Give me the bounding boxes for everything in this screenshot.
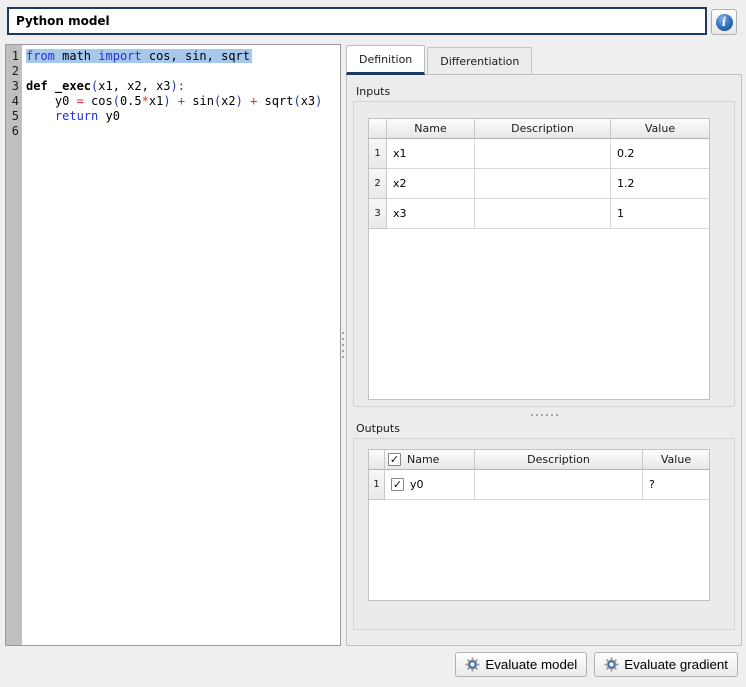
code-line[interactable]: return y0 <box>26 109 340 124</box>
row-number[interactable]: 1 <box>369 139 387 169</box>
column-header-name-label: Name <box>407 453 439 466</box>
description-cell[interactable] <box>475 199 611 229</box>
output-name-label: y0 <box>410 478 424 491</box>
corner-header-cell[interactable] <box>369 450 385 470</box>
name-cell[interactable]: x2 <box>387 169 475 199</box>
column-header-description[interactable]: Description <box>475 119 611 139</box>
code-area[interactable]: from math import cos, sin, sqrt def _exec… <box>22 45 340 645</box>
tab-differentiation[interactable]: Differentiation <box>427 47 532 74</box>
line-number: 3 <box>6 79 19 94</box>
description-cell[interactable] <box>475 169 611 199</box>
name-cell[interactable]: x1 <box>387 139 475 169</box>
column-header-value[interactable]: Value <box>643 450 709 470</box>
definition-tab-page: Inputs Name Description Value 1 x1 0.2 2 <box>346 74 742 646</box>
table-row: 1 ✓ y0 ? <box>369 470 709 500</box>
value-cell[interactable]: 1 <box>611 199 709 229</box>
inputs-table: Name Description Value 1 x1 0.2 2 x2 1.2 <box>368 118 710 400</box>
column-header-name[interactable]: Name <box>387 119 475 139</box>
row-number[interactable]: 2 <box>369 169 387 199</box>
value-cell[interactable]: 1.2 <box>611 169 709 199</box>
line-number: 1 <box>6 49 19 64</box>
description-cell[interactable] <box>475 470 643 500</box>
horizontal-splitter-handle[interactable] <box>347 407 741 422</box>
line-number: 2 <box>6 64 19 79</box>
vertical-splitter-handle[interactable] <box>342 332 344 358</box>
description-cell[interactable] <box>475 139 611 169</box>
value-cell[interactable]: 0.2 <box>611 139 709 169</box>
line-number: 6 <box>6 124 19 139</box>
code-line[interactable] <box>26 124 340 139</box>
evaluate-model-button[interactable]: Evaluate model <box>455 652 587 677</box>
outputs-table: ✓ Name Description Value 1 ✓ y0 ? <box>368 449 710 601</box>
code-editor[interactable]: 123456 from math import cos, sin, sqrt de… <box>5 44 341 646</box>
value-cell[interactable]: ? <box>643 470 709 500</box>
table-row: 2 x2 1.2 <box>369 169 709 199</box>
evaluate-model-label: Evaluate model <box>485 657 577 672</box>
model-name-input[interactable] <box>7 7 707 35</box>
gear-icon <box>465 657 480 672</box>
column-header-description[interactable]: Description <box>475 450 643 470</box>
code-line[interactable] <box>26 64 340 79</box>
evaluate-gradient-label: Evaluate gradient <box>624 657 728 672</box>
line-number: 5 <box>6 109 19 124</box>
row-number[interactable]: 1 <box>369 470 385 500</box>
evaluate-gradient-button[interactable]: Evaluate gradient <box>594 652 738 677</box>
tab-definition[interactable]: Definition <box>346 45 425 75</box>
line-number: 4 <box>6 94 19 109</box>
outputs-group-label: Outputs <box>356 422 741 435</box>
column-header-name[interactable]: ✓ Name <box>385 450 475 470</box>
code-line[interactable]: from math import cos, sin, sqrt <box>26 49 340 64</box>
output-enabled-checkbox[interactable]: ✓ <box>391 478 404 491</box>
gear-icon <box>604 657 619 672</box>
info-button[interactable]: i <box>711 9 737 35</box>
action-buttons: Evaluate model Evaluate gradient <box>455 652 738 677</box>
table-row: 1 x1 0.2 <box>369 139 709 169</box>
tab-bar: Definition Differentiation <box>346 44 742 74</box>
line-number-gutter: 123456 <box>6 45 22 645</box>
table-row: 3 x3 1 <box>369 199 709 229</box>
inputs-group-label: Inputs <box>356 85 741 98</box>
name-cell[interactable]: ✓ y0 <box>385 470 475 500</box>
inputs-table-header: Name Description Value <box>369 119 709 139</box>
select-all-checkbox[interactable]: ✓ <box>388 453 401 466</box>
corner-header-cell[interactable] <box>369 119 387 139</box>
column-header-value[interactable]: Value <box>611 119 709 139</box>
outputs-group-box: ✓ Name Description Value 1 ✓ y0 ? <box>353 438 735 630</box>
code-line[interactable]: def _exec(x1, x2, x3): <box>26 79 340 94</box>
inputs-group-box: Name Description Value 1 x1 0.2 2 x2 1.2 <box>353 101 735 407</box>
row-number[interactable]: 3 <box>369 199 387 229</box>
code-line[interactable]: y0 = cos(0.5*x1) + sin(x2) + sqrt(x3) <box>26 94 340 109</box>
name-cell[interactable]: x3 <box>387 199 475 229</box>
python-model-dialog: { "theme": { "accent_border": "#1d3a5f",… <box>0 0 746 687</box>
info-icon: i <box>716 14 733 31</box>
tab-widget: Definition Differentiation Inputs Name D… <box>346 44 742 646</box>
outputs-table-header: ✓ Name Description Value <box>369 450 709 470</box>
